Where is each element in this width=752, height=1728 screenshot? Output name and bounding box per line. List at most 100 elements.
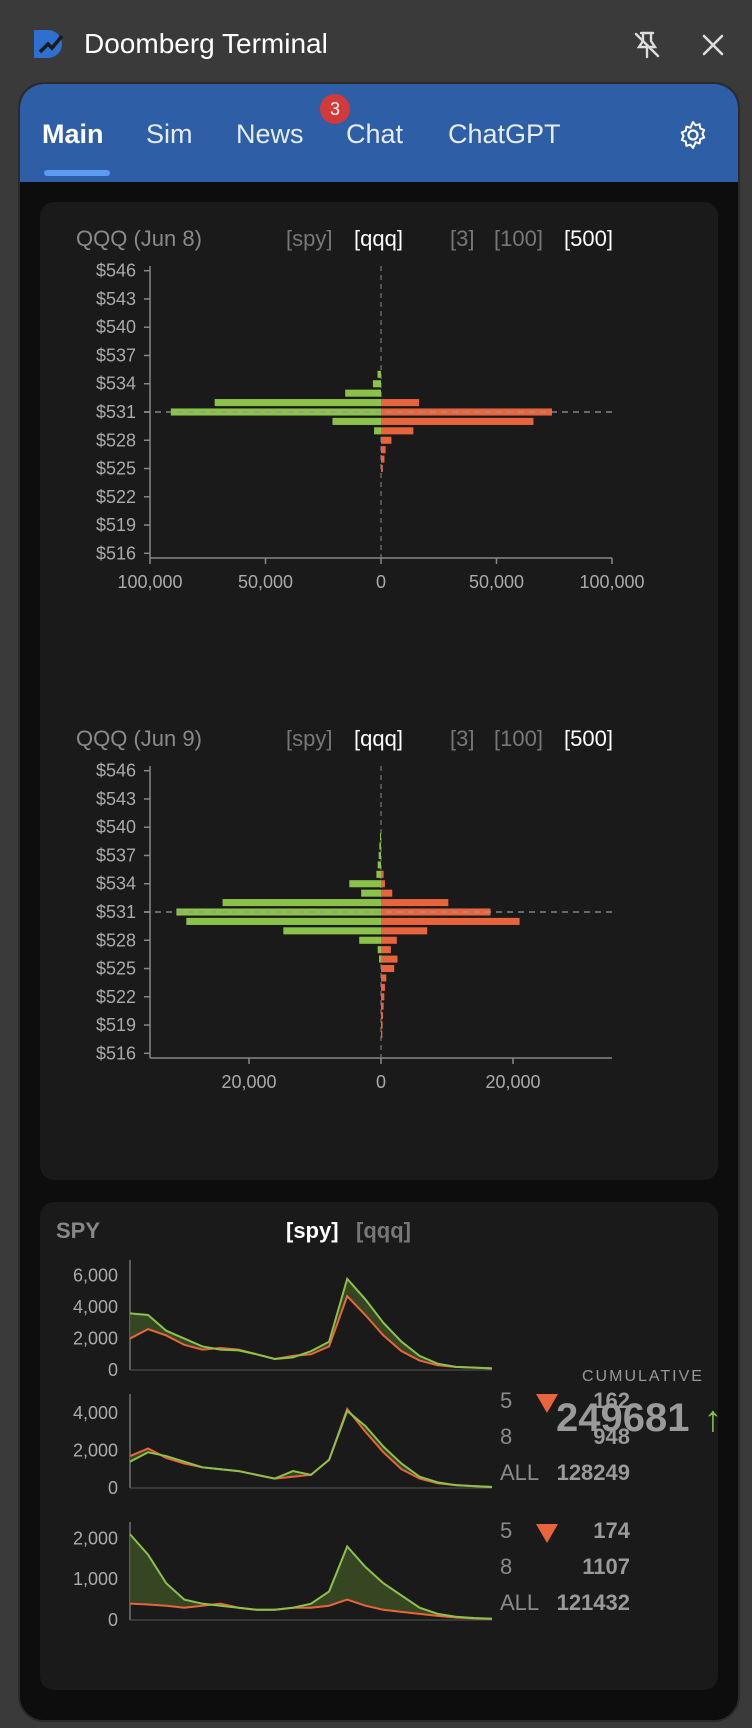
distribution-card: QQQ (Jun 8) [spy] [qqq] [3] [100] [500] … <box>40 202 718 1180</box>
bar <box>376 870 381 878</box>
bar <box>381 993 385 1001</box>
y-tick-label: $522 <box>96 487 136 507</box>
y-tick-label: $528 <box>96 930 136 950</box>
y-tick-label: 1,000 <box>73 1569 118 1589</box>
bar <box>361 889 381 897</box>
dist-chart-jun9: $546 $543 $540 $537 $534 $531 $528 $525 $522 $519… <box>96 761 612 1092</box>
bar <box>381 1002 384 1010</box>
tab-news[interactable]: News <box>236 118 304 150</box>
up-arrow-icon: ↑ <box>704 1398 722 1439</box>
main-panel: Main Sim News 3 Chat ChatGPT QQQ (Jun 8)… <box>18 82 740 1722</box>
spy-title: SPY <box>56 1218 101 1243</box>
y-tick-label: $531 <box>96 402 136 422</box>
series-line <box>129 1294 493 1370</box>
doomberg-logo-icon <box>34 30 64 58</box>
bar <box>359 936 381 944</box>
spy-card: SPY [spy] [qqq] 6,000 4,000 2,000 0 4,000 2,… <box>40 1202 722 1690</box>
y-tick-label: $543 <box>96 289 136 309</box>
stat-label: 5 <box>500 1388 513 1413</box>
tab-sim[interactable]: Sim <box>146 118 193 150</box>
bar <box>381 464 383 473</box>
symbol-option-spy[interactable]: [spy] <box>286 226 332 252</box>
bar <box>378 851 381 860</box>
bar <box>381 455 385 463</box>
stat-label: 8 <box>500 1554 513 1579</box>
title-bar: Doomberg Terminal <box>0 0 752 86</box>
close-icon[interactable] <box>696 28 730 62</box>
bar <box>283 927 381 935</box>
symbol-option-spy[interactable]: [spy] <box>286 726 332 752</box>
pin-off-icon[interactable] <box>630 28 664 62</box>
bar <box>381 436 392 444</box>
y-tick-label: $525 <box>96 459 136 479</box>
y-tick-label: $519 <box>96 515 136 535</box>
bar <box>381 927 428 935</box>
gear-icon[interactable] <box>676 118 710 152</box>
symbol-option-qqq[interactable]: [qqq] <box>354 726 403 752</box>
symbol-option-qqq[interactable]: [qqq] <box>356 1218 411 1244</box>
y-tick-label: $525 <box>96 959 136 979</box>
bar <box>332 417 381 425</box>
y-tick-label: 6,000 <box>73 1266 118 1286</box>
area-fill <box>130 1534 492 1619</box>
symbol-option-spy[interactable]: [spy] <box>286 1218 339 1244</box>
bar <box>377 946 381 954</box>
y-tick-label: 2,000 <box>73 1440 118 1460</box>
count-option-500[interactable]: [500] <box>564 726 613 752</box>
chart-title: QQQ (Jun 8) <box>76 226 202 251</box>
stat-value: 128249 <box>556 1460 630 1485</box>
y-tick-label: $540 <box>96 817 136 837</box>
bar <box>381 1021 383 1029</box>
count-option-3[interactable]: [3] <box>450 726 474 752</box>
bar <box>372 380 381 388</box>
bar <box>381 974 387 982</box>
active-tab-indicator <box>44 170 110 176</box>
y-tick-label: 2,000 <box>73 1329 118 1349</box>
y-tick-label: 0 <box>108 1478 118 1498</box>
bar <box>381 1012 383 1020</box>
count-option-3[interactable]: [3] <box>450 226 474 252</box>
y-tick-label: $546 <box>96 761 136 781</box>
spy-area-chart-2: 4,000 2,000 0 <box>73 1394 493 1498</box>
tab-bar: Main Sim News 3 Chat ChatGPT <box>20 84 738 182</box>
y-tick-label: $516 <box>96 1043 136 1063</box>
y-tick-label: 4,000 <box>73 1297 118 1317</box>
chart-title: QQQ (Jun 9) <box>76 726 202 751</box>
y-tick-label: $534 <box>96 874 136 894</box>
bar <box>381 899 449 907</box>
count-option-100[interactable]: [100] <box>494 726 543 752</box>
bar <box>379 842 381 850</box>
bar <box>377 370 381 378</box>
y-tick-label: $531 <box>96 902 136 922</box>
bar <box>381 889 393 897</box>
cumulative-label: CUMULATIVE <box>582 1368 704 1385</box>
y-tick-label: $534 <box>96 374 136 394</box>
y-tick-label: 2,000 <box>73 1528 118 1548</box>
tab-main[interactable]: Main <box>42 118 104 150</box>
bar <box>381 955 398 963</box>
dist-chart-jun8: $546 $543 $540 $537 $534 $531 $528 $525 $522 $519… <box>96 261 645 592</box>
bar <box>381 1030 383 1038</box>
spy-area-chart-1: 6,000 4,000 2,000 0 <box>73 1260 493 1380</box>
x-tick-label: 50,000 <box>469 572 524 592</box>
stat-value: 121432 <box>556 1590 630 1615</box>
y-tick-label: 0 <box>108 1610 118 1630</box>
x-tick-label: 50,000 <box>238 572 293 592</box>
y-tick-label: 0 <box>108 1360 118 1380</box>
x-tick-label: 20,000 <box>485 1072 540 1092</box>
bar <box>381 417 534 425</box>
bar <box>381 917 520 925</box>
stat-label: 5 <box>500 1518 513 1543</box>
x-tick-label: 100,000 <box>579 572 644 592</box>
bar <box>186 917 381 925</box>
stat-value: 948 <box>593 1424 630 1449</box>
y-tick-label: $543 <box>96 789 136 809</box>
tab-chat[interactable]: Chat <box>346 118 403 150</box>
bar <box>377 861 381 869</box>
symbol-option-qqq[interactable]: [qqq] <box>354 226 403 252</box>
bar <box>214 399 381 407</box>
x-tick-label: 0 <box>376 1072 386 1092</box>
count-option-100[interactable]: [100] <box>494 226 543 252</box>
count-option-500[interactable]: [500] <box>564 226 613 252</box>
tab-chatgpt[interactable]: ChatGPT <box>448 118 561 150</box>
